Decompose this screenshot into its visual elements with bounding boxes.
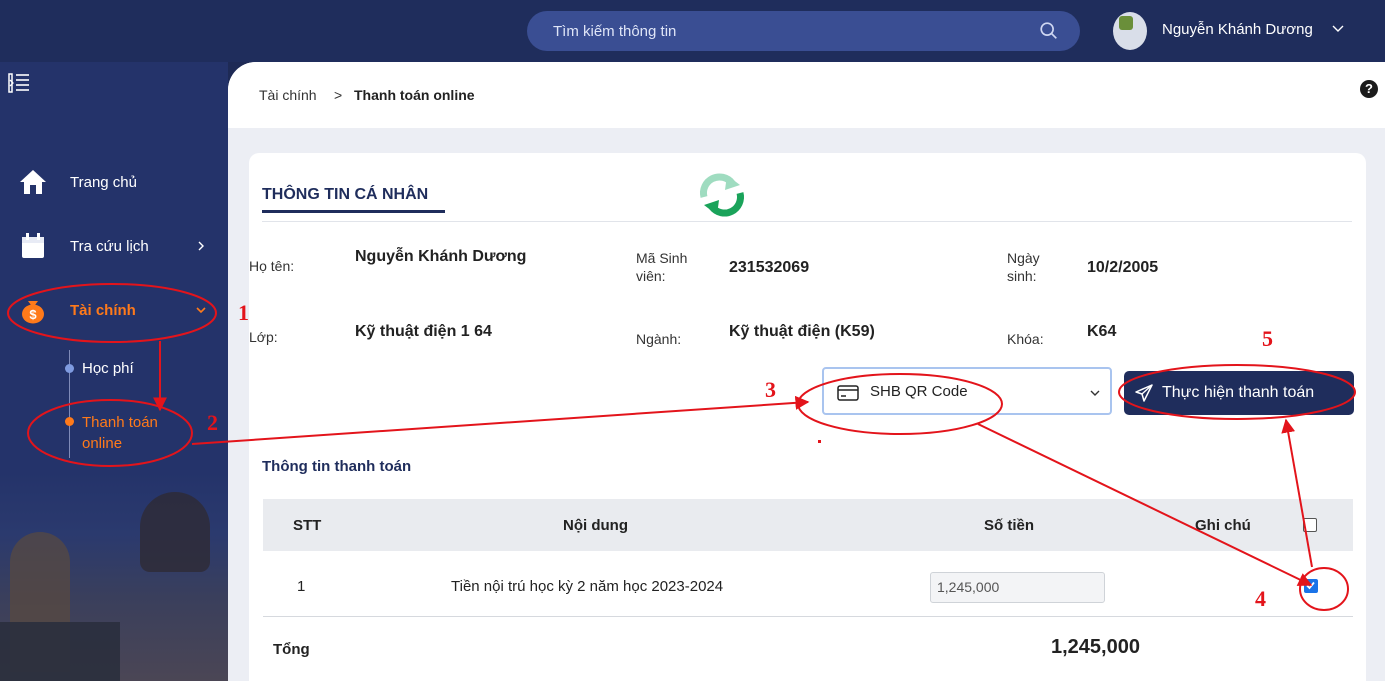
dob: 10/2/2005 xyxy=(1087,259,1159,276)
cohort-value: K64 xyxy=(1087,323,1117,340)
search-icon[interactable] xyxy=(1038,20,1060,42)
search-input[interactable]: Tìm kiếm thông tin xyxy=(527,11,1080,51)
sidebar-item-label: Trang chủ xyxy=(70,173,137,191)
avatar[interactable] xyxy=(1113,12,1147,50)
column-header-note: Ghi chú xyxy=(1195,517,1251,534)
section-title: THÔNG TIN CÁ NHÂN xyxy=(262,186,429,203)
chevron-down-icon xyxy=(1090,390,1100,396)
payment-method-value: SHB QR Code xyxy=(870,383,968,400)
home-icon xyxy=(20,170,46,194)
chevron-right-icon xyxy=(198,241,204,251)
total-label: Tổng xyxy=(273,641,310,658)
sidebar-subitem-online-payment[interactable]: Thanh toán online xyxy=(82,412,158,454)
payment-method-select[interactable]: SHB QR Code xyxy=(822,367,1112,415)
sidebar-background-photo xyxy=(0,472,228,681)
major-value: Kỹ thuật điện (K59) xyxy=(729,323,875,340)
dob-label: Ngày sinh: xyxy=(1007,249,1040,285)
sidebar-item-label: Tra cứu lịch xyxy=(70,237,149,255)
checkmark-icon xyxy=(1306,581,1315,590)
breadcrumb: Tài chính > Thanh toán online ? xyxy=(228,62,1385,128)
credit-card-icon xyxy=(837,385,859,401)
student-id: 231532069 xyxy=(729,259,810,276)
major-label: Ngành: xyxy=(636,331,682,347)
cohort-label: Khóa: xyxy=(1007,331,1044,347)
breadcrumb-parent[interactable]: Tài chính xyxy=(259,87,317,103)
row-stt: 1 xyxy=(297,578,306,595)
column-header-content: Nội dung xyxy=(563,517,628,534)
annotation-number-5: 5 xyxy=(1262,326,1273,351)
breadcrumb-current: Thanh toán online xyxy=(354,87,475,103)
total-value: 1,245,000 xyxy=(1051,636,1140,658)
svg-text:$: $ xyxy=(29,307,37,322)
student-id-label-line: Mã Sinh xyxy=(636,250,688,266)
class-label: Lớp: xyxy=(249,329,278,345)
student-id-label-line: viên: xyxy=(636,268,666,284)
help-icon[interactable]: ? xyxy=(1360,80,1378,98)
user-name[interactable]: Nguyễn Khánh Dương xyxy=(1162,21,1313,38)
divider xyxy=(262,221,1352,222)
column-header-amount: Số tiền xyxy=(984,517,1035,534)
table-header: STT Nội dung Số tiền Ghi chú xyxy=(263,499,1353,551)
menu-toggle-icon[interactable] xyxy=(8,72,30,94)
submit-payment-button[interactable]: Thực hiện thanh toán xyxy=(1124,371,1354,415)
money-bag-icon: $ xyxy=(22,301,44,324)
sidebar-item-home[interactable]: Trang chủ xyxy=(0,162,228,202)
sidebar-item-finance[interactable]: $ Tài chính xyxy=(0,290,228,330)
chevron-down-icon[interactable] xyxy=(1330,20,1346,36)
class-value: Kỹ thuật điện 1 64 xyxy=(355,323,492,340)
top-bar: Tìm kiếm thông tin Nguyễn Khánh Dương xyxy=(0,0,1385,62)
row-amount-field[interactable]: 1,245,000 xyxy=(930,572,1105,603)
sidebar-item-label: Tài chính xyxy=(70,301,136,319)
calendar-icon xyxy=(22,233,44,258)
annotation-number-1: 1 xyxy=(238,300,249,325)
payment-info-title: Thông tin thanh toán xyxy=(262,458,412,475)
submenu-dot-active xyxy=(65,417,74,426)
sidebar-subitem-tuition[interactable]: Học phí xyxy=(82,360,134,377)
row-content: Tiền nội trú học kỳ 2 năm học 2023-2024 xyxy=(451,578,724,595)
chevron-down-icon xyxy=(196,307,206,314)
section-underline xyxy=(262,210,445,213)
student-id-label: Mã Sinh viên: xyxy=(636,249,687,285)
total-row: Tổng 1,245,000 xyxy=(263,617,1353,681)
annotation-number-4: 4 xyxy=(1255,586,1266,611)
refresh-icon[interactable] xyxy=(694,171,750,219)
sidebar-subitem-label: online xyxy=(82,435,123,452)
main-content: Tài chính > Thanh toán online ? THÔNG TI… xyxy=(228,62,1385,681)
breadcrumb-separator: > xyxy=(334,87,343,103)
row-checkbox[interactable] xyxy=(1304,579,1318,593)
payment-card: THÔNG TIN CÁ NHÂN Họ tên: Nguyễn Khánh D… xyxy=(249,153,1366,681)
sidebar: Trang chủ Tra cứu lịch $ Tài chính Học p… xyxy=(0,62,228,681)
column-header-stt: STT xyxy=(293,517,322,534)
student-name: Nguyễn Khánh Dương xyxy=(355,248,527,265)
annotation-number-2: 2 xyxy=(207,410,218,435)
annotation-number-3: 3 xyxy=(765,377,776,402)
name-label: Họ tên: xyxy=(249,258,295,274)
sidebar-subitem-label: Thanh toán xyxy=(82,414,158,431)
table-row: 1 Tiền nội trú học kỳ 2 năm học 2023-202… xyxy=(263,551,1353,617)
submit-payment-label: Thực hiện thanh toán xyxy=(1162,384,1315,401)
submenu-dot xyxy=(65,364,74,373)
select-all-checkbox[interactable] xyxy=(1303,518,1317,532)
dob-label-line: sinh: xyxy=(1007,268,1037,284)
search-placeholder: Tìm kiếm thông tin xyxy=(553,22,677,40)
send-icon xyxy=(1135,384,1153,402)
dob-label-line: Ngày xyxy=(1007,250,1040,266)
sidebar-item-schedule[interactable]: Tra cứu lịch xyxy=(0,226,228,266)
